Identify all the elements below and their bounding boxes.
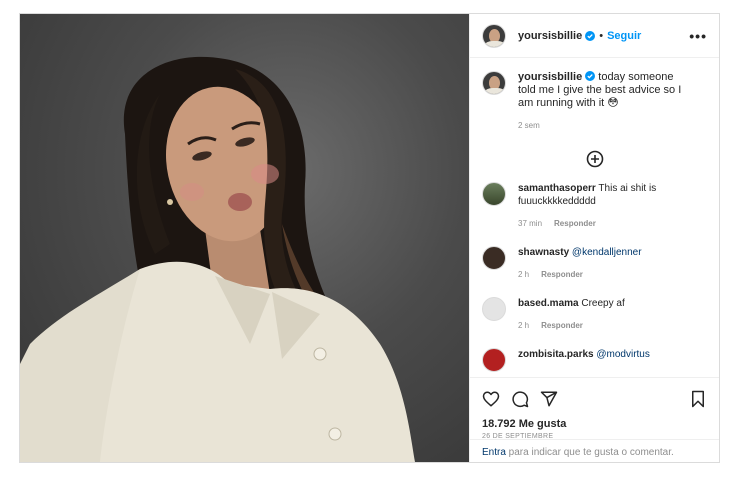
load-more-comments[interactable]	[482, 150, 707, 168]
login-to-comment: Entra para indicar que te gusta o coment…	[470, 439, 719, 462]
commenter-username[interactable]: shawnasty	[518, 247, 569, 258]
login-prompt-text: para indicar que te gusta o comentar.	[505, 447, 674, 458]
likes-count[interactable]: 18.792 Me gusta	[482, 418, 707, 430]
author-username[interactable]: yoursisbillie	[518, 30, 582, 42]
comment-mention[interactable]: @kendalljenner	[572, 247, 642, 258]
commenter-avatar[interactable]	[482, 297, 506, 321]
commenter-username[interactable]: zombisita.parks	[518, 349, 594, 360]
comments-section[interactable]: yoursisbillie today someone told me I gi…	[470, 59, 719, 377]
comment-time: 2 h	[518, 321, 530, 330]
post-sidebar: yoursisbillie • Seguir ••• yoursisbillie…	[469, 14, 719, 462]
follow-button[interactable]: Seguir	[607, 30, 641, 42]
commenter-username[interactable]: samanthasoperr	[518, 183, 596, 194]
verified-badge-icon	[585, 30, 596, 41]
post-actions: 18.792 Me gusta 26 DE SEPTIEMBRE	[470, 377, 719, 440]
post-image[interactable]	[20, 14, 469, 462]
comment-item: zombisita.parks @modvirtus	[482, 348, 707, 372]
post-header: yoursisbillie • Seguir •••	[470, 14, 719, 58]
heart-icon[interactable]	[482, 390, 500, 408]
comment-item: shawnasty @kendalljenner 2 h Responder	[482, 246, 707, 281]
comment-mention[interactable]: @modvirtus	[596, 349, 650, 360]
comment-time: 37 min	[518, 219, 543, 228]
separator-dot: •	[599, 29, 604, 42]
post-photo-illustration	[20, 56, 415, 462]
comment-time: 2 h	[518, 270, 530, 279]
verified-badge-icon	[585, 71, 596, 81]
reply-button[interactable]: Responder	[554, 219, 596, 228]
comment-icon[interactable]	[511, 390, 529, 408]
commenter-avatar[interactable]	[482, 182, 506, 206]
plus-circle-icon[interactable]	[586, 150, 604, 168]
comment-item: samanthasoperr This ai shit is fuuuckkkk…	[482, 182, 707, 230]
reply-button[interactable]: Responder	[541, 321, 583, 330]
caption: yoursisbillie today someone told me I gi…	[482, 71, 707, 132]
instagram-post: yoursisbillie • Seguir ••• yoursisbillie…	[19, 13, 720, 463]
commenter-username[interactable]: based.mama	[518, 298, 579, 309]
bookmark-icon[interactable]	[689, 390, 707, 408]
caption-username[interactable]: yoursisbillie	[518, 71, 582, 83]
share-icon[interactable]	[540, 390, 558, 408]
comment-text: Creepy af	[581, 298, 625, 309]
author-avatar[interactable]	[482, 23, 506, 48]
reply-button[interactable]: Responder	[541, 270, 583, 279]
commenter-avatar[interactable]	[482, 348, 506, 372]
more-options-icon[interactable]: •••	[689, 29, 707, 43]
commenter-avatar[interactable]	[482, 246, 506, 270]
login-link[interactable]: Entra	[482, 447, 506, 458]
caption-avatar[interactable]	[482, 71, 506, 95]
comment-item: based.mama Creepy af 2 h Responder	[482, 297, 707, 332]
caption-time: 2 sem	[518, 121, 540, 130]
